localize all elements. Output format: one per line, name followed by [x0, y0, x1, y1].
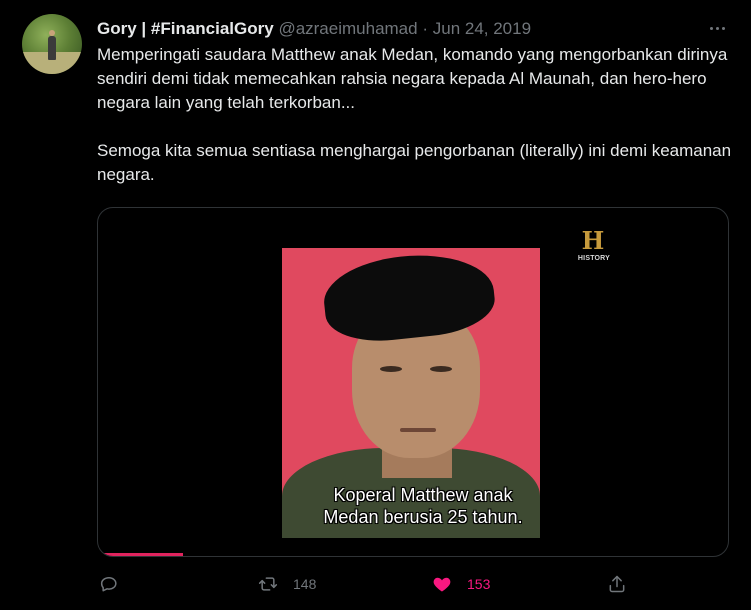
heart-icon — [433, 577, 451, 592]
video-player[interactable]: H HISTORY Koperal Matthew anak Medan ber… — [97, 207, 729, 557]
avatar-head — [49, 30, 55, 36]
portrait-beret — [320, 248, 498, 347]
reply-button[interactable] — [99, 570, 119, 598]
subtitle-line-1: Koperal Matthew anak — [333, 485, 513, 505]
portrait-mouth — [400, 428, 436, 432]
avatar[interactable] — [22, 14, 82, 74]
tweet-paragraph-1: Memperingati saudara Matthew anak Medan,… — [97, 45, 728, 112]
history-channel-logo: H HISTORY — [574, 226, 614, 270]
video-progress-bar[interactable] — [98, 553, 184, 556]
more-dot-icon — [721, 26, 725, 30]
tweet-text: Memperingati saudara Matthew anak Medan,… — [97, 43, 737, 187]
separator-dot: · — [422, 19, 428, 38]
avatar-figure — [48, 36, 56, 60]
portrait-eye — [430, 366, 452, 372]
history-logo-letter: H — [581, 226, 605, 255]
more-dot-icon — [709, 26, 713, 30]
more-options-button[interactable] — [705, 18, 729, 38]
like-count: 153 — [467, 576, 491, 592]
retweet-button[interactable]: 148 — [257, 570, 316, 598]
display-name[interactable]: Gory | #FinancialGory — [97, 19, 274, 38]
subtitle-line-2: Medan berusia 25 tahun. — [323, 507, 523, 527]
share-icon — [609, 575, 625, 593]
portrait-eye — [380, 366, 402, 372]
history-logo-text: HISTORY — [577, 255, 611, 262]
user-handle[interactable]: @azraeimuhamad — [278, 19, 417, 38]
tweet-actions: 148 153 — [97, 570, 737, 598]
retweet-count: 148 — [293, 576, 317, 592]
tweet-paragraph-2: Semoga kita semua sentiasa menghargai pe… — [97, 141, 732, 184]
tweet: Gory | #FinancialGory @azraeimuhamad · J… — [0, 0, 751, 610]
tweet-header: Gory | #FinancialGory @azraeimuhamad · J… — [97, 18, 531, 40]
more-dot-icon — [715, 26, 719, 30]
share-button[interactable] — [607, 570, 627, 598]
tweet-date[interactable]: Jun 24, 2019 — [433, 19, 531, 38]
reply-icon — [100, 577, 117, 592]
video-subtitle: Koperal Matthew anak Medan berusia 25 ta… — [278, 484, 568, 528]
retweet-icon — [258, 577, 278, 591]
like-button[interactable]: 153 — [431, 570, 490, 598]
